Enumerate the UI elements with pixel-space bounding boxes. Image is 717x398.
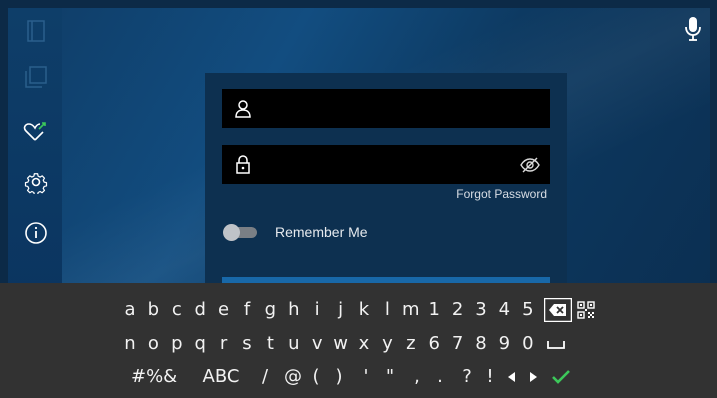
key[interactable]: y (376, 329, 398, 359)
key[interactable]: i (306, 295, 328, 325)
key[interactable]: m (400, 295, 422, 325)
key[interactable]: 4 (493, 295, 515, 325)
key[interactable]: 3 (470, 295, 492, 325)
forgot-password-link[interactable]: Forgot Password (456, 187, 547, 201)
key[interactable]: v (306, 329, 328, 359)
key[interactable]: h (283, 295, 305, 325)
key[interactable]: z (400, 329, 422, 359)
key[interactable]: r (213, 329, 235, 359)
sidebar (8, 8, 62, 290)
screen: Forgot Password Remember Me abcdefghijkl… (0, 0, 717, 398)
space-key[interactable] (543, 329, 569, 359)
username-field[interactable] (222, 89, 550, 128)
eye-slash-icon[interactable] (520, 156, 540, 174)
info-icon[interactable] (23, 220, 49, 246)
lock-icon (234, 155, 252, 175)
key[interactable]: b (142, 295, 164, 325)
keyboard-row-2: nopqrstuvwxyz67890 (0, 329, 717, 359)
book-icon[interactable] (23, 18, 49, 44)
remember-me-label: Remember Me (275, 224, 368, 240)
key[interactable]: d (189, 295, 211, 325)
key[interactable]: . (432, 362, 448, 392)
key[interactable]: " (382, 362, 398, 392)
key[interactable]: , (409, 362, 425, 392)
key[interactable]: @ (281, 362, 305, 392)
key[interactable]: f (236, 295, 258, 325)
key[interactable]: g (259, 295, 281, 325)
key[interactable]: 5 (517, 295, 539, 325)
key[interactable]: s (236, 329, 258, 359)
gallery-icon[interactable] (23, 64, 49, 90)
cursor-left-icon[interactable] (504, 362, 518, 392)
key[interactable]: #%& (131, 362, 177, 392)
key[interactable]: l (376, 295, 398, 325)
backspace-icon[interactable] (543, 295, 573, 325)
key[interactable]: 7 (447, 329, 469, 359)
key[interactable]: ABC (199, 362, 243, 392)
key[interactable]: 2 (447, 295, 469, 325)
key[interactable]: p (166, 329, 188, 359)
login-card: Forgot Password Remember Me (205, 73, 567, 290)
keyboard-row-3: #%& ABC / @() ' ",.?! (0, 362, 717, 392)
key[interactable]: 9 (493, 329, 515, 359)
key[interactable]: x (353, 329, 375, 359)
key[interactable]: ? (458, 362, 476, 392)
gear-icon[interactable] (23, 169, 49, 195)
key[interactable]: / (256, 362, 274, 392)
key[interactable]: e (213, 295, 235, 325)
key[interactable]: w (330, 329, 352, 359)
keyboard-row-1: abcdefghijklm12345 (0, 295, 717, 325)
key[interactable]: c (166, 295, 188, 325)
key[interactable]: ( (308, 362, 324, 392)
on-screen-keyboard: abcdefghijklm12345 nopqrstuvwxyz67890 #%… (0, 283, 717, 398)
cursor-right-icon[interactable] (527, 362, 541, 392)
key[interactable]: 6 (423, 329, 445, 359)
key[interactable]: a (119, 295, 141, 325)
qr-code-icon[interactable] (574, 295, 598, 325)
key[interactable]: k (353, 295, 375, 325)
favorite-icon[interactable] (23, 119, 49, 145)
confirm-check-icon[interactable] (548, 362, 574, 392)
key[interactable]: 8 (470, 329, 492, 359)
key[interactable]: ) (331, 362, 347, 392)
key[interactable]: q (189, 329, 211, 359)
key[interactable]: u (283, 329, 305, 359)
key[interactable]: ' (358, 362, 374, 392)
key[interactable]: t (259, 329, 281, 359)
key[interactable]: 0 (517, 329, 539, 359)
key[interactable]: 1 (423, 295, 445, 325)
key[interactable]: ! (482, 362, 498, 392)
key[interactable]: j (330, 295, 352, 325)
key[interactable]: n (119, 329, 141, 359)
password-field[interactable] (222, 145, 550, 184)
microphone-icon[interactable] (684, 16, 702, 42)
key[interactable]: o (142, 329, 164, 359)
user-icon (234, 99, 252, 119)
remember-me-toggle[interactable] (223, 224, 257, 241)
